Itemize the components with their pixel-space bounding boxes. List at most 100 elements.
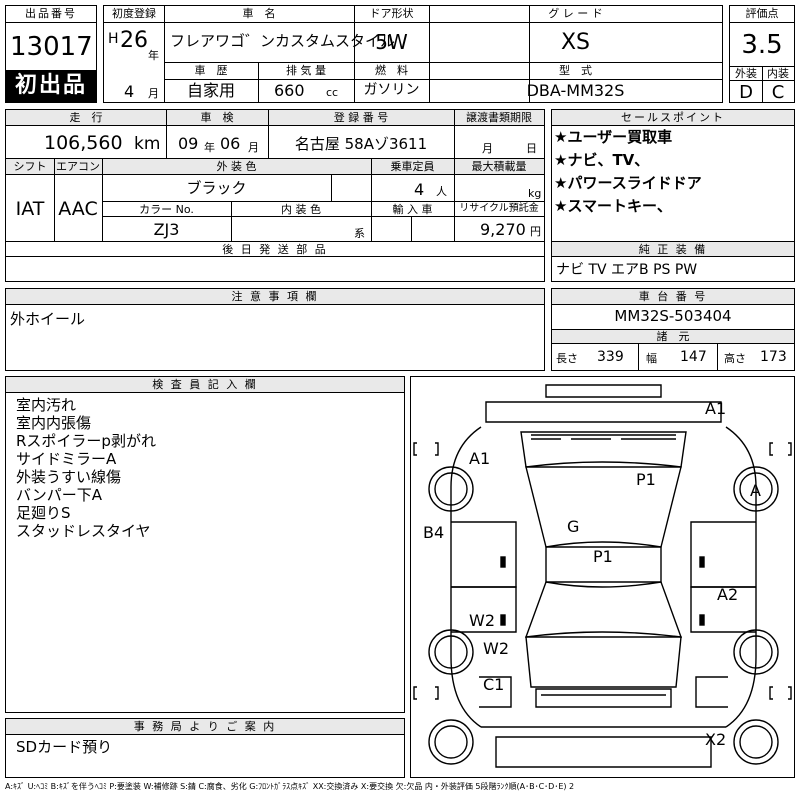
- inspection-year: 09: [178, 134, 199, 153]
- office-box: 事 務 局 よ り ご 案 内 SDカード預り: [5, 718, 405, 778]
- displacement-label: 排 気 量: [286, 64, 326, 77]
- fuel: ガソリン: [363, 82, 420, 98]
- inspector-box: 検 査 員 記 入 欄 室内汚れ 室内内張傷 Rスポイラーp剥がれ サイドミラー…: [5, 376, 405, 713]
- int-color-unit: 系: [354, 227, 365, 240]
- door-label: ドア形状: [369, 7, 414, 20]
- height: 173: [760, 349, 787, 365]
- mileage-label: 走 行: [69, 111, 103, 124]
- inspection-label: 車 検: [200, 111, 234, 124]
- color-no-label: カラー No.: [139, 203, 194, 216]
- mark-a-wheel: A: [750, 481, 761, 500]
- mark-a1-top: A1: [705, 399, 727, 418]
- mark-g: G: [567, 517, 580, 536]
- notes-box: 注 意 事 項 欄 外ホイール: [5, 288, 545, 371]
- recycle-fee: 9,270: [480, 220, 526, 239]
- color-no: ZJ3: [153, 220, 180, 239]
- ac: AAC: [58, 198, 98, 220]
- capacity: 4: [414, 180, 425, 199]
- inspector-label: 検 査 員 記 入 欄: [152, 378, 258, 391]
- history-label: 車 歴: [194, 64, 228, 77]
- car-outline: [413, 384, 792, 768]
- ext-color-label: 外 装 色: [216, 160, 257, 173]
- capacity-unit: 人: [436, 185, 447, 198]
- recycle-label: リサイクル預託金: [459, 203, 539, 214]
- mark-a2: A2: [717, 585, 739, 604]
- model-label: 型 式: [559, 64, 592, 77]
- first-registration-label: 初度登録: [112, 7, 156, 20]
- mileage: 106,560: [44, 132, 123, 154]
- sales-points-box: セールスポイント ★ユーザー買取車 ★ナビ、TV、 ★パワースライドドア ★スマ…: [551, 109, 795, 282]
- equipment-label: 純 正 装 備: [638, 243, 708, 256]
- era: H: [108, 31, 119, 47]
- ext-color: ブラック: [186, 179, 247, 197]
- ext-grade: D: [739, 82, 753, 103]
- lot-number-box: 出品番号 13017 初出品: [5, 5, 97, 103]
- first-listing-badge: 初出品: [6, 70, 96, 102]
- displacement-unit: cc: [326, 86, 339, 99]
- width-label: 幅: [646, 352, 657, 365]
- recycle-unit: 円: [530, 225, 541, 238]
- damage-diagram: A1 A1 P1 A B4 G P1 A2 W2 W2 C1 X2: [410, 376, 795, 778]
- notes-text: 外ホイール: [10, 310, 86, 328]
- grade: XS: [560, 30, 591, 55]
- inspector-item: 足廻りS: [16, 504, 71, 522]
- detail-grid: 走 行 車 検 登 録 番 号 譲渡書類期限 106,560 km 09 年 0…: [5, 109, 545, 282]
- office-label: 事 務 局 よ り ご 案 内: [133, 720, 277, 733]
- transfer-label: 譲渡書類期限: [466, 111, 532, 124]
- transfer-month: 月: [482, 142, 493, 155]
- displacement: 660: [274, 81, 305, 100]
- sales-points-label: セールスポイント: [621, 111, 725, 124]
- mark-p1-hood: P1: [636, 470, 656, 489]
- inspector-item: 室内汚れ: [16, 396, 77, 414]
- shift: IAT: [15, 198, 45, 220]
- notes-label: 注 意 事 項 欄: [231, 290, 319, 303]
- equipment: ナビ TV エアB PS PW: [556, 262, 698, 278]
- inspector-item: 外装うすい線傷: [16, 468, 122, 486]
- month-unit: 月: [148, 87, 159, 100]
- car-name-label: 車 名: [242, 7, 276, 20]
- mark-a1-left: A1: [469, 449, 491, 468]
- chassis-label: 車 台 番 号: [638, 290, 708, 303]
- grade-label: グ レ ー ド: [548, 7, 603, 20]
- int-grade: C: [771, 82, 785, 103]
- import-label: 輸 入 車: [392, 203, 433, 216]
- shift-label: シフト: [13, 160, 47, 173]
- inspector-item: サイドミラーA: [16, 450, 117, 468]
- inspection-month-unit: 月: [248, 141, 259, 154]
- chassis-number: MM32S-503404: [614, 307, 732, 325]
- mark-c1: C1: [483, 675, 505, 694]
- height-label: 高さ: [724, 352, 746, 365]
- mark-x2: X2: [705, 730, 727, 749]
- year-unit: 年: [148, 49, 159, 62]
- score-label: 評価点: [745, 7, 779, 20]
- plate-label: 登 録 番 号: [333, 111, 389, 124]
- score: 3.5: [741, 30, 783, 60]
- max-load-label: 最大積載量: [471, 160, 527, 173]
- fuel-label: 燃 料: [375, 64, 408, 77]
- specs-label: 諸 元: [656, 330, 690, 343]
- capacity-label: 乗車定員: [390, 160, 435, 173]
- ac-label: エアコン: [56, 160, 100, 173]
- sales-point-4: ★スマートキー、: [554, 197, 672, 215]
- sales-point-3: ★パワースライドドア: [554, 174, 702, 192]
- spec-grid: 初度登録 車 名 ドア形状 グ レ ー ド H 26 年 4 月 フレアワゴ゛ン…: [103, 5, 723, 103]
- first-reg-month: 4: [124, 82, 135, 101]
- model: DBA-MM32S: [526, 81, 625, 100]
- length: 339: [597, 349, 624, 365]
- lot-number-label: 出品番号: [25, 7, 77, 20]
- later-parts-label: 後 日 発 送 部 品: [222, 243, 328, 256]
- max-load-unit: kg: [528, 187, 542, 200]
- chassis-box: 車 台 番 号 MM32S-503404 諸 元 長さ 339 幅 147 高さ…: [551, 288, 795, 371]
- mark-w2-b: W2: [483, 639, 509, 658]
- office-text: SDカード預り: [16, 738, 113, 756]
- ext-label: 外装: [735, 67, 757, 80]
- plate-number: 名古屋 58Aゾ3611: [294, 135, 428, 153]
- sales-point-2: ★ナビ、TV、: [554, 151, 650, 169]
- history: 自家用: [186, 81, 235, 100]
- inspector-item: スタッドレスタイヤ: [16, 522, 151, 540]
- mileage-unit: km: [134, 134, 161, 154]
- transfer-day: 日: [526, 142, 537, 155]
- inspection-year-unit: 年: [204, 141, 215, 154]
- length-label: 長さ: [556, 352, 578, 365]
- inspector-item: 室内内張傷: [16, 414, 92, 432]
